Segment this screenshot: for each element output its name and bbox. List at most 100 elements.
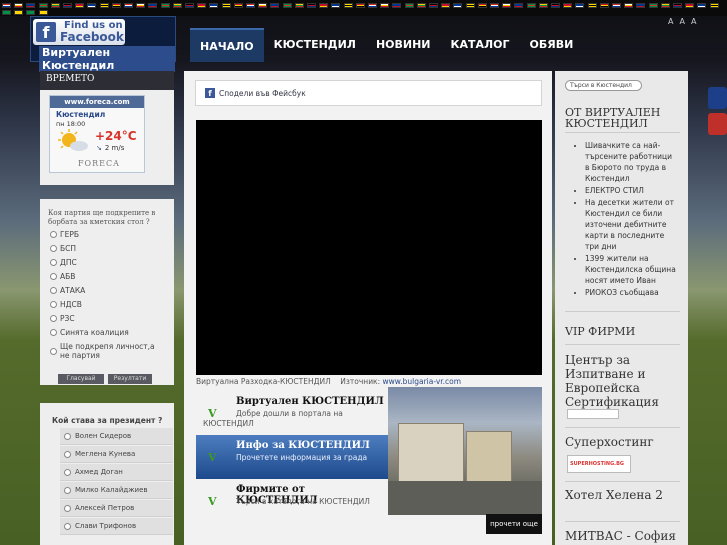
weather-provider-url[interactable]: www.foreca.com [50,96,144,108]
vote-button[interactable]: Гласувай [58,374,104,384]
radio-button[interactable] [50,301,57,308]
language-flag-icon[interactable] [660,3,670,8]
radio-button[interactable] [50,245,57,252]
language-flag-icon[interactable] [124,3,133,8]
language-flag-icon[interactable] [197,3,207,8]
language-flag-icon[interactable] [2,10,11,15]
language-flag-icon[interactable] [490,3,499,8]
language-flag-icon[interactable] [38,10,48,15]
certification-logo[interactable] [567,409,619,419]
language-flag-icon[interactable] [697,3,707,8]
radio-button[interactable] [64,451,71,458]
language-flag-icon[interactable] [624,3,634,8]
language-flag-icon[interactable] [246,3,255,8]
font-size-medium-button[interactable]: A [679,17,684,26]
language-flag-icon[interactable] [392,3,402,8]
poll-option[interactable]: РЗС [50,314,75,323]
language-flag-icon[interactable] [343,3,353,8]
language-flag-icon[interactable] [63,3,72,8]
results-button[interactable]: Резултати [108,374,152,384]
radio-button[interactable] [64,505,71,512]
language-flag-icon[interactable] [26,3,36,8]
poll-option[interactable]: ГЕРБ [50,230,79,239]
radio-button[interactable] [64,487,71,494]
language-flag-icon[interactable] [160,3,170,8]
news-link[interactable]: Шивачките са най-търсените работници в Б… [585,140,677,184]
radio-button[interactable] [50,315,57,322]
language-flag-icon[interactable] [612,3,621,8]
emblem-icon[interactable] [708,113,727,135]
language-flag-icon[interactable] [538,3,548,8]
language-flag-icon[interactable] [429,3,438,8]
language-flag-icon[interactable] [441,3,451,8]
language-flag-icon[interactable] [551,3,560,8]
facebook-find-us[interactable]: f Find us on Facebook [33,19,125,45]
weather-widget[interactable]: www.foreca.com Кюстендил пн 18:00 +24°C … [49,95,145,173]
poll-option[interactable]: Синята коалиция [50,328,129,337]
radio-button[interactable] [64,433,71,440]
language-flag-icon[interactable] [502,3,512,8]
language-flag-icon[interactable] [331,3,341,8]
language-flag-icon[interactable] [99,3,109,8]
promo-photo[interactable] [388,387,542,515]
radio-button[interactable] [64,469,71,476]
poll-option[interactable]: ДПС [50,258,77,267]
news-link[interactable]: РИОКОЗ съобщава [585,287,677,298]
language-flag-icon[interactable] [282,3,292,8]
video-source-link[interactable]: www.bulgaria-vr.com [383,377,462,386]
radio-button[interactable] [50,329,57,336]
language-flag-icon[interactable] [14,3,24,8]
language-flag-icon[interactable] [50,3,60,8]
language-flag-icon[interactable] [258,3,268,8]
language-flag-icon[interactable] [233,3,243,8]
poll-option[interactable]: НДСВ [50,300,82,309]
language-flag-icon[interactable] [648,3,658,8]
poll-option[interactable]: АТАКА [50,286,85,295]
language-flag-icon[interactable] [294,3,304,8]
language-flag-icon[interactable] [185,3,194,8]
share-facebook-button[interactable]: f Сподели във Фейсбук [195,80,542,106]
news-link[interactable]: На десетки жители от Кюстендил се били и… [585,197,677,252]
nav-item-ads[interactable]: ОБЯВИ [520,28,584,62]
nav-item-kyustendil[interactable]: КЮСТЕНДИЛ [264,28,366,62]
language-flag-icon[interactable] [563,3,573,8]
superhosting-logo[interactable]: SUPERHOSTING.BG [567,455,631,473]
language-flag-icon[interactable] [111,3,121,8]
search-input[interactable]: Търси в Кюстендил [565,80,642,91]
language-flag-icon[interactable] [319,3,329,8]
president-option[interactable]: Алексей Петров [60,500,173,517]
language-flag-icon[interactable] [136,3,146,8]
font-size-large-button[interactable]: A [691,17,696,26]
language-flag-icon[interactable] [38,3,48,8]
language-flag-icon[interactable] [465,3,475,8]
poll-option[interactable]: АБВ [50,272,75,281]
language-flag-icon[interactable] [209,3,219,8]
news-link[interactable]: 1399 жители на Кюстендилска община носят… [585,253,677,286]
nav-item-news[interactable]: НОВИНИ [366,28,441,62]
radio-button[interactable] [50,231,57,238]
president-option[interactable]: Милко Калайджиев [60,482,173,499]
radio-button[interactable] [50,259,57,266]
language-flag-icon[interactable] [477,3,487,8]
language-flag-icon[interactable] [148,3,158,8]
language-flag-icon[interactable] [87,3,97,8]
language-flag-icon[interactable] [636,3,646,8]
language-flag-icon[interactable] [514,3,524,8]
language-flag-icon[interactable] [355,3,365,8]
nav-item-home[interactable]: НАЧАЛО [190,28,264,62]
language-flag-icon[interactable] [453,3,463,8]
company-link[interactable]: Суперхостинг [565,435,685,449]
language-flag-icon[interactable] [416,3,426,8]
language-flag-icon[interactable] [2,3,11,8]
radio-button[interactable] [50,348,57,355]
president-option[interactable]: Меглена Кунева [60,446,173,463]
language-flag-icon[interactable] [709,3,719,8]
language-flag-icon[interactable] [14,10,24,15]
language-flag-icon[interactable] [673,3,682,8]
poll-option[interactable]: Ще подкрепя личност,а не партия [50,342,162,360]
language-flag-icon[interactable] [380,3,390,8]
video-player[interactable] [196,120,542,375]
poll-option[interactable]: БСП [50,244,76,253]
language-flag-icon[interactable] [172,3,182,8]
language-flag-icon[interactable] [575,3,585,8]
